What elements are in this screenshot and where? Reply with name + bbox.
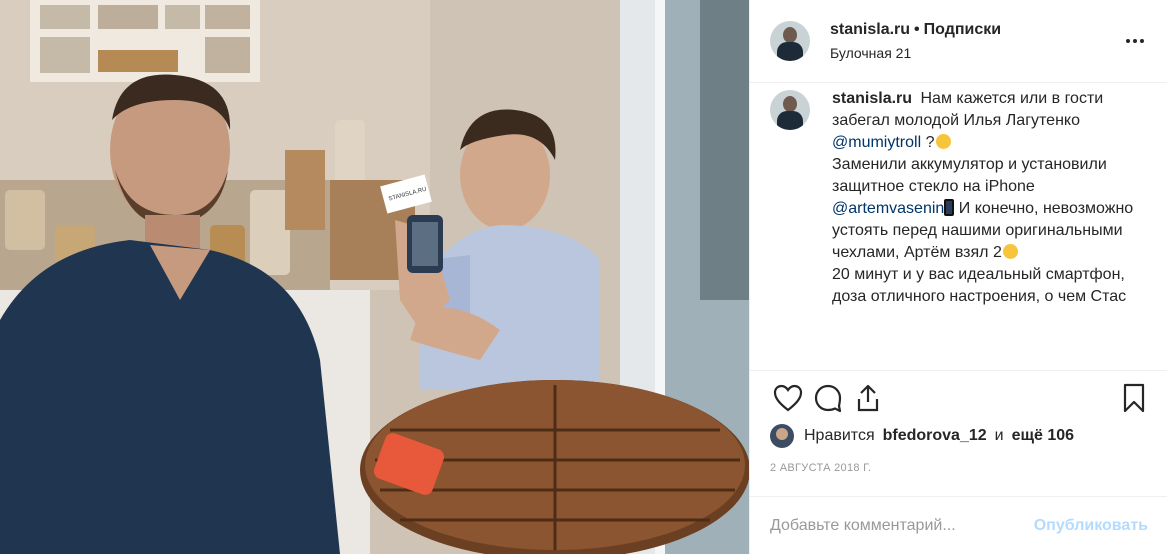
post-photo[interactable]: STANISLA.RU bbox=[0, 0, 749, 554]
location-link[interactable]: Булочная 21 bbox=[830, 45, 1001, 61]
comment-button[interactable] bbox=[808, 378, 848, 418]
mention-artemvasenin[interactable]: @artemvasenin bbox=[832, 200, 944, 217]
more-options-button[interactable] bbox=[1123, 29, 1147, 53]
post-side-panel: stanisla.ru • Подписки Булочная 21 stani… bbox=[749, 0, 1167, 554]
likes-count[interactable]: ещё 106 bbox=[1012, 427, 1074, 445]
caption-text: stanisla.ru Нам кажется или в гости забе… bbox=[832, 88, 1146, 308]
likes-conjunction: и bbox=[994, 427, 1004, 444]
like-button[interactable] bbox=[768, 378, 808, 418]
caption-comment: stanisla.ru Нам кажется или в гости забе… bbox=[770, 88, 1148, 308]
liker-avatar[interactable] bbox=[770, 424, 794, 448]
separator-dot: • bbox=[914, 21, 920, 38]
likes-summary[interactable]: Нравится bfedorova_12 и ещё 106 bbox=[770, 424, 1074, 448]
mention-mumiytroll[interactable]: @mumiytroll bbox=[832, 134, 921, 151]
share-button[interactable] bbox=[848, 378, 888, 418]
add-comment-form: Опубликовать bbox=[750, 496, 1167, 554]
comments-section[interactable]: stanisla.ru Нам кажется или в гости забе… bbox=[750, 84, 1167, 360]
comment-bubble-icon bbox=[814, 384, 842, 412]
hugging-emoji-icon bbox=[1002, 244, 1018, 259]
caption-author-avatar[interactable] bbox=[770, 90, 810, 130]
header-text: stanisla.ru • Подписки Булочная 21 bbox=[830, 21, 1001, 61]
liker-username[interactable]: bfedorova_12 bbox=[883, 427, 987, 445]
action-bar bbox=[750, 370, 1167, 418]
phone-emoji-icon bbox=[944, 199, 955, 216]
post-comment-button[interactable]: Опубликовать bbox=[1034, 517, 1148, 535]
sweat-smile-emoji-icon bbox=[935, 134, 951, 149]
save-button[interactable] bbox=[1114, 378, 1154, 418]
post-header: stanisla.ru • Подписки Булочная 21 bbox=[750, 0, 1167, 83]
more-horizontal-icon bbox=[1126, 39, 1144, 43]
caption-part-3: Заменили аккумулятор и установили защитн… bbox=[832, 156, 1107, 195]
post-date[interactable]: 2 АВГУСТА 2018 Г. bbox=[770, 462, 871, 474]
follow-button[interactable]: Подписки bbox=[924, 21, 1001, 39]
caption-username[interactable]: stanisla.ru bbox=[832, 90, 912, 107]
photo-illustration: STANISLA.RU bbox=[0, 0, 749, 554]
caption-part-5: 20 минут и у вас идеальный смартфон, доз… bbox=[832, 266, 1127, 305]
instagram-post: STANISLA.RU stanisla.ru • Подписки Булоч… bbox=[0, 0, 1167, 554]
comment-input[interactable] bbox=[770, 516, 1034, 535]
caption-part-2: ? bbox=[925, 134, 935, 151]
author-username[interactable]: stanisla.ru bbox=[830, 21, 910, 39]
author-avatar[interactable] bbox=[770, 21, 810, 61]
bookmark-icon bbox=[1123, 383, 1145, 412]
share-icon bbox=[857, 384, 879, 411]
likes-prefix: Нравится bbox=[804, 427, 875, 444]
header-line: stanisla.ru • Подписки bbox=[830, 21, 1001, 39]
heart-icon bbox=[773, 384, 803, 411]
